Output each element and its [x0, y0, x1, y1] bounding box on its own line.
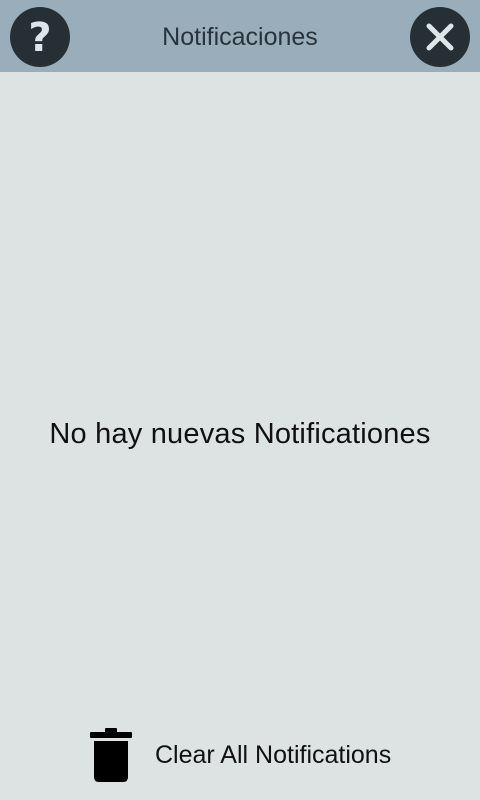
close-icon — [426, 23, 454, 51]
close-button[interactable] — [410, 7, 470, 67]
trash-icon — [90, 728, 132, 782]
page-title: Notificaciones — [162, 23, 318, 51]
clear-all-label: Clear All Notifications — [155, 740, 392, 769]
header-bar: Notificaciones ? — [0, 0, 480, 72]
help-icon: ? — [28, 15, 52, 61]
empty-notifications-message: No hay nuevas Notificationes — [49, 418, 431, 450]
help-button[interactable]: ? — [10, 7, 70, 67]
clear-all-notifications-button[interactable]: Clear All Notifications — [88, 726, 418, 784]
notifications-screen: Notificaciones ? No hay nuevas Notificat… — [0, 0, 480, 800]
